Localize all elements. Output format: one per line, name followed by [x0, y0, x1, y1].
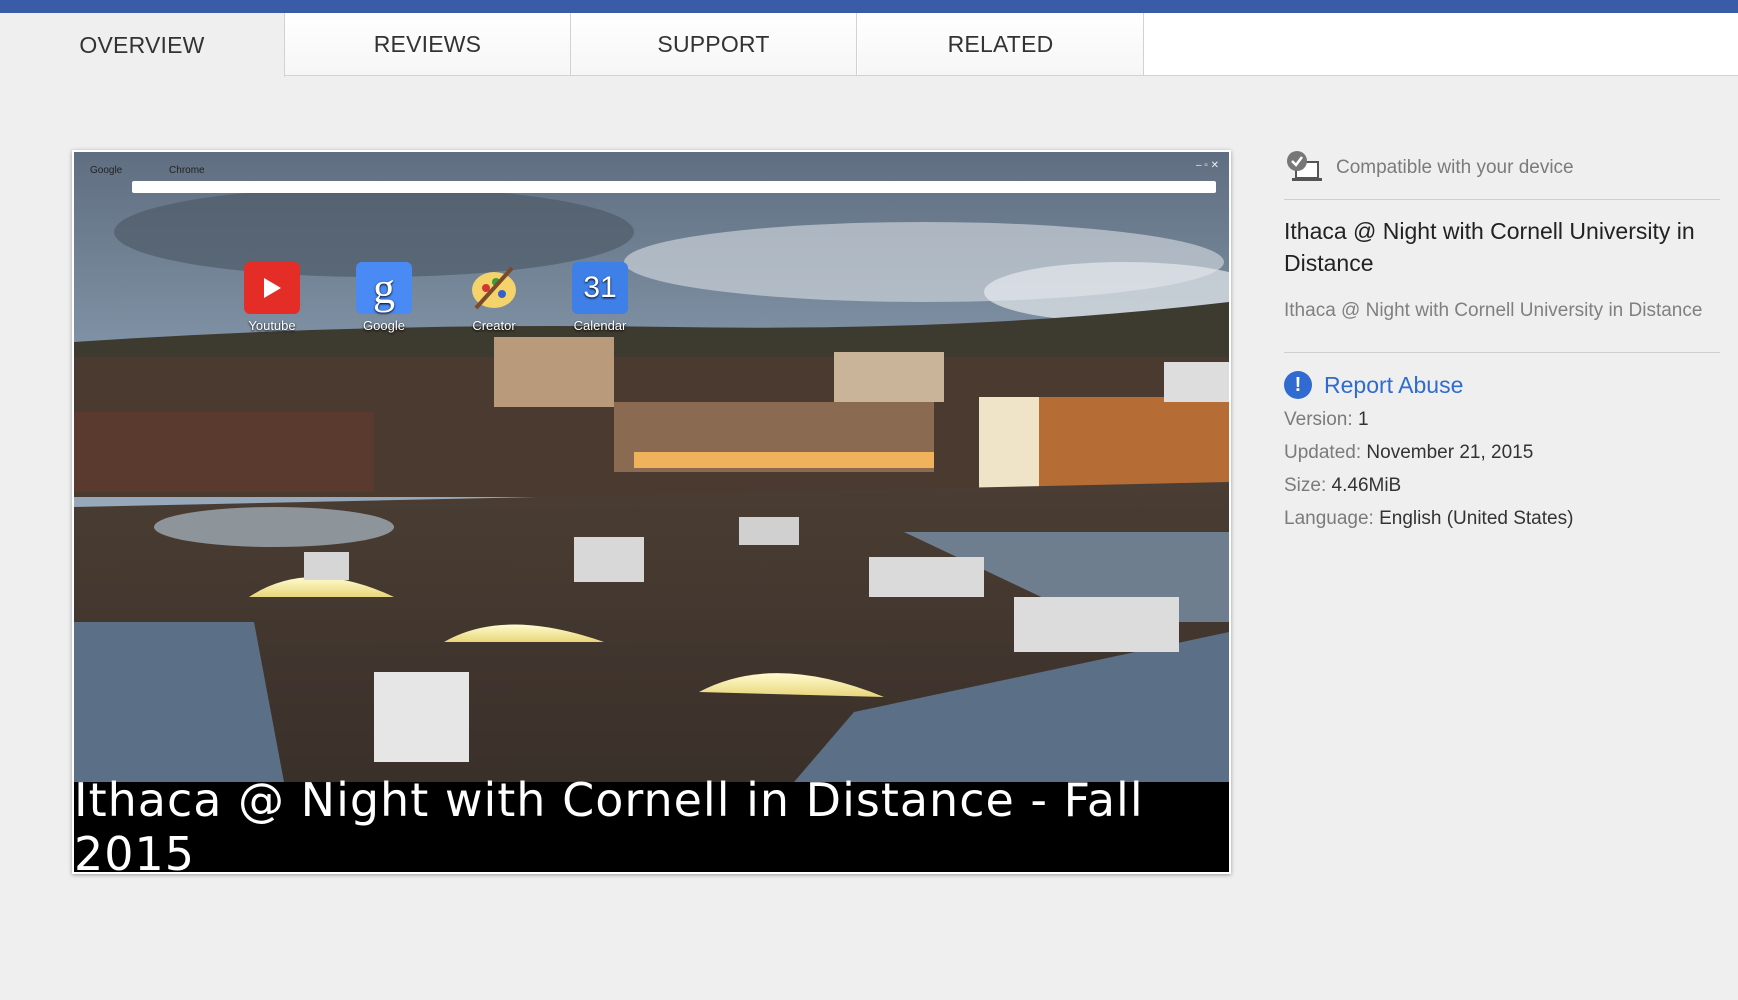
theme-screenshot[interactable]: Google Chrome – ▫ ✕ Youtube g Google Cre…: [72, 150, 1231, 874]
meta-size: Size: 4.46MiB: [1284, 469, 1720, 502]
screenshot-caption: Ithaca @ Night with Cornell in Distance …: [74, 773, 1229, 874]
meta-value: English (United States): [1379, 508, 1574, 529]
tab-label: SUPPORT: [657, 30, 770, 57]
app-youtube: Youtube: [232, 262, 312, 333]
divider: [1284, 199, 1720, 200]
tab-support[interactable]: SUPPORT: [571, 13, 857, 75]
app-label: Google: [363, 318, 405, 333]
night-city-photo: [74, 152, 1229, 782]
item-description: Ithaca @ Night with Cornell University i…: [1284, 300, 1703, 321]
meta-label: Updated:: [1284, 442, 1362, 463]
exclamation-icon: !: [1284, 371, 1312, 399]
divider: [1284, 352, 1720, 353]
tab-reviews[interactable]: REVIEWS: [285, 13, 571, 75]
top-accent-bar: [0, 0, 1738, 13]
meta-updated: Updated: November 21, 2015: [1284, 436, 1720, 469]
item-title: Ithaca @ Night with Cornell University i…: [1284, 218, 1695, 276]
app-creator: Creator: [454, 262, 534, 333]
meta-language: Language: English (United States): [1284, 502, 1720, 535]
tab-overview[interactable]: OVERVIEW: [0, 13, 285, 77]
tab-label: RELATED: [947, 30, 1054, 57]
compatibility-text: Compatible with your device: [1336, 157, 1574, 178]
app-label: Youtube: [248, 318, 296, 333]
mini-omnibox: [132, 181, 1216, 193]
calendar-icon: 31: [572, 262, 628, 314]
meta-label: Version:: [1284, 409, 1353, 430]
paint-palette-icon: [466, 262, 522, 314]
tab-bar: OVERVIEW REVIEWS SUPPORT RELATED: [0, 13, 1738, 77]
details-sidebar: Compatible with your device Ithaca @ Nig…: [1284, 145, 1720, 535]
meta-value: 4.46MiB: [1331, 475, 1402, 496]
tab-label: OVERVIEW: [79, 31, 205, 58]
meta-value: 1: [1357, 409, 1369, 430]
device-check-icon: [1284, 148, 1328, 188]
calendar-day: 31: [583, 271, 617, 304]
mini-window-controls: – ▫ ✕: [1195, 160, 1219, 171]
tab-related[interactable]: RELATED: [858, 13, 1144, 75]
compatibility-row: Compatible with your device: [1284, 145, 1720, 191]
app-calendar: 31 Calendar: [560, 262, 640, 333]
google-icon: g: [356, 262, 412, 314]
mini-tab: Chrome: [169, 165, 205, 176]
meta-version: Version: 1: [1284, 403, 1720, 436]
report-abuse-link[interactable]: ! Report Abuse: [1284, 367, 1720, 403]
app-google: g Google: [344, 262, 424, 333]
app-label: Calendar: [573, 318, 627, 333]
meta-label: Language:: [1284, 508, 1374, 529]
youtube-icon: [244, 262, 300, 314]
report-abuse-label: Report Abuse: [1324, 371, 1464, 398]
tab-label: REVIEWS: [373, 30, 482, 57]
mini-browser-tabs: Google Chrome: [90, 165, 249, 176]
meta-label: Size:: [1284, 475, 1327, 496]
meta-value: November 21, 2015: [1366, 442, 1534, 463]
mini-tab: Google: [90, 165, 123, 176]
app-label: Creator: [472, 318, 516, 333]
